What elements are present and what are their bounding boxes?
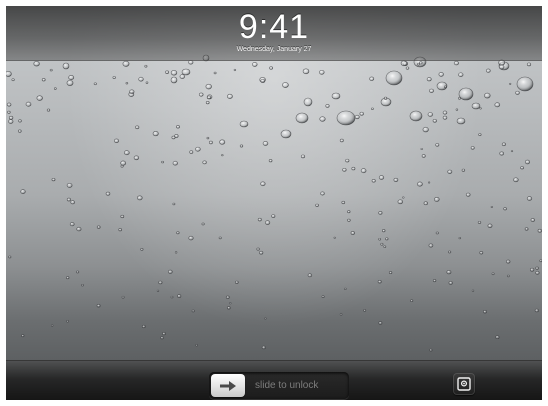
water-drops-wallpaper xyxy=(6,54,542,352)
clock-date: Wednesday, January 27 xyxy=(236,46,312,53)
lock-screen: 9:41 Wednesday, January 27 slide to unlo… xyxy=(6,6,542,400)
status-band: 9:41 Wednesday, January 27 xyxy=(6,6,542,61)
picture-frame-button[interactable] xyxy=(453,373,475,395)
clock-time: 9:41 xyxy=(238,8,310,46)
picture-frame-icon xyxy=(457,377,471,391)
slider-knob[interactable] xyxy=(211,374,245,397)
slider-label: slide to unlock xyxy=(255,380,319,391)
lock-bottom-bar: slide to unlock xyxy=(6,360,542,400)
arrow-right-icon xyxy=(220,380,236,391)
slide-to-unlock-slider[interactable]: slide to unlock xyxy=(209,372,349,399)
